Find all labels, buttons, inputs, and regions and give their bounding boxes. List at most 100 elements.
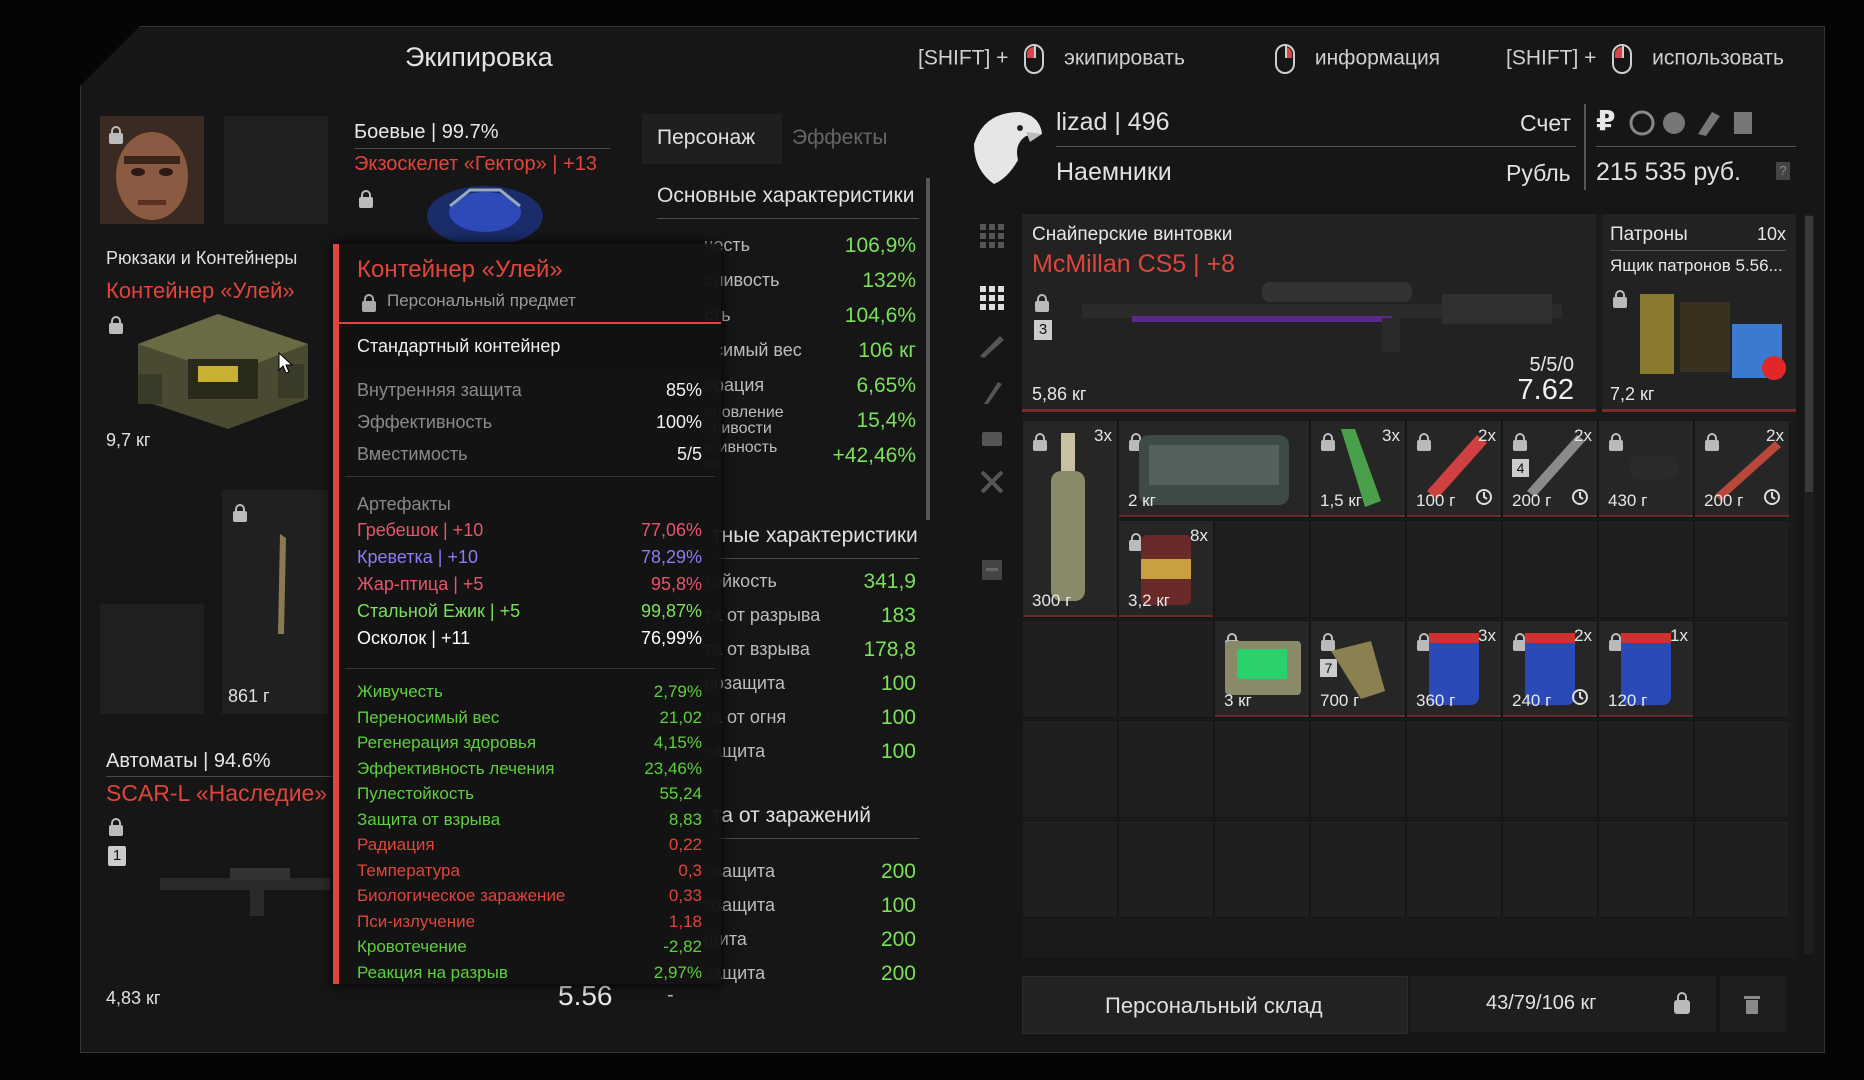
empty-cell[interactable] — [1406, 520, 1502, 618]
empty-cell[interactable] — [1118, 620, 1214, 718]
inventory-item[interactable]: 3x 1,5 кг — [1310, 420, 1406, 518]
melee-slot[interactable]: 861 г — [222, 490, 328, 714]
item-weight: 700 г — [1320, 691, 1360, 710]
armor-filter-icon[interactable] — [978, 424, 1006, 452]
exoskeleton-image[interactable] — [410, 176, 560, 246]
currency-label: Рубль — [1506, 160, 1571, 186]
trash-icon — [1744, 996, 1760, 1014]
empty-cell[interactable] — [1502, 720, 1598, 818]
artifact-name: Гребешок | +10 — [357, 520, 484, 540]
empty-cell[interactable] — [1022, 720, 1118, 818]
misc-filter-icon[interactable] — [978, 556, 1006, 584]
inventory-item[interactable]: 7 700 г — [1310, 620, 1406, 718]
player-faction: Наемники — [1056, 158, 1172, 186]
tooltip-effect-row: Кровотечение -2,82 — [357, 937, 702, 957]
stat-label: та от разрыва — [704, 605, 821, 625]
inventory-item[interactable]: 4 2x 200 г — [1502, 420, 1598, 518]
stat-value: 100 — [880, 740, 916, 763]
weapon-item[interactable]: Снайперские винтовки McMillan CS5 | +8 3… — [1022, 214, 1596, 412]
ammo-item[interactable]: Патроны 10x Ящик патронов 5.56... 7,2 кг — [1602, 214, 1796, 412]
inventory-item[interactable]: 3 кг — [1214, 620, 1310, 718]
inventory-item[interactable]: 430 г — [1598, 420, 1694, 518]
empty-cell[interactable] — [1214, 520, 1310, 618]
tab-effects[interactable]: Эффекты — [792, 126, 887, 150]
character-portrait[interactable] — [100, 116, 204, 224]
empty-slot[interactable] — [224, 116, 328, 224]
currency-icons[interactable] — [1628, 108, 1768, 138]
inventory-item[interactable]: 2x 100 г — [1406, 420, 1502, 518]
empty-cell[interactable] — [1310, 820, 1406, 918]
item-quantity: 3x — [1478, 626, 1496, 645]
durability-bar — [1215, 715, 1309, 717]
tooltip-prop-label: Эффективность — [357, 412, 493, 432]
stat-value: 100 — [880, 894, 916, 917]
tools-filter-icon[interactable] — [978, 468, 1006, 496]
empty-cell[interactable] — [1598, 820, 1694, 918]
badge-currency-icon — [1734, 112, 1752, 134]
inventory-item[interactable]: 3x 360 г — [1406, 620, 1502, 718]
durability-bar — [1695, 515, 1789, 517]
inventory-scrollbar-thumb[interactable] — [1805, 216, 1813, 492]
weapon-slot-number: 3 — [1034, 320, 1052, 340]
ruble-currency-icon[interactable]: ₽ — [1596, 104, 1615, 137]
empty-cell[interactable] — [1406, 720, 1502, 818]
storage-button[interactable]: Персональный склад — [1022, 976, 1408, 1034]
empty-cell[interactable] — [1694, 820, 1790, 918]
grid-all-icon[interactable] — [978, 284, 1006, 312]
empty-cell[interactable] — [1502, 820, 1598, 918]
weapon-filter-icon[interactable] — [978, 332, 1006, 360]
empty-cell[interactable] — [1214, 720, 1310, 818]
empty-cell[interactable] — [1406, 820, 1502, 918]
help-button[interactable]: ? — [1776, 162, 1790, 180]
empty-cell[interactable] — [1598, 520, 1694, 618]
stats-scrollbar[interactable] — [926, 178, 930, 520]
tab-character[interactable]: Персонаж — [642, 114, 782, 164]
armor-name[interactable]: Экзоскелет «Гектор» | +13 — [354, 153, 597, 176]
tooltip-artifact-row: Стальной Ежик | +5 99,87% — [357, 601, 702, 622]
empty-slot[interactable] — [100, 604, 204, 714]
empty-cell[interactable] — [1502, 520, 1598, 618]
durability-bar — [1599, 715, 1693, 717]
inventory-item[interactable]: 1x 120 г — [1598, 620, 1694, 718]
lock-icon — [358, 190, 374, 208]
empty-cell[interactable] — [1118, 820, 1214, 918]
inventory-scrollbar-track[interactable] — [1804, 214, 1814, 954]
container-slot-name[interactable]: Контейнер «Улей» — [106, 278, 295, 304]
empty-cell[interactable] — [1694, 720, 1790, 818]
tooltip-prop-label: Вместимость — [357, 444, 468, 464]
item-quantity: 2x — [1574, 426, 1592, 445]
artifact-value: 95,8% — [650, 574, 702, 594]
rifle-name[interactable]: SCAR-L «Наследие» — [106, 780, 327, 807]
empty-cell[interactable] — [1022, 820, 1118, 918]
artifact-name: Креветка | +10 — [357, 547, 479, 567]
knife-filter-icon[interactable] — [978, 378, 1006, 406]
stat-value: 341,9 — [863, 570, 916, 593]
empty-cell[interactable] — [1022, 620, 1118, 718]
stat-value: 200 — [880, 962, 916, 985]
empty-cell[interactable] — [1694, 520, 1790, 618]
empty-cell[interactable] — [1310, 720, 1406, 818]
inventory-item[interactable]: 2x 200 г — [1694, 420, 1790, 518]
inventory-item[interactable]: 2x 240 г — [1502, 620, 1598, 718]
inventory-item[interactable]: 8x 3,2 кг — [1118, 520, 1214, 618]
stat-value: 106 кг — [858, 339, 916, 362]
divider — [712, 558, 919, 559]
empty-cell[interactable] — [1214, 820, 1310, 918]
inventory-item[interactable]: 2 кг — [1118, 420, 1310, 518]
empty-cell[interactable] — [1694, 620, 1790, 718]
player-name: lizad | 496 — [1056, 108, 1170, 136]
effect-value: 1,18 — [668, 911, 702, 931]
trash-button[interactable] — [1720, 976, 1786, 1032]
hint-info-label: информация — [1314, 46, 1441, 70]
tooltip-effect-row: Реакция на разрыв 2,97% — [357, 963, 702, 983]
weight-icon — [1672, 992, 1690, 1014]
stat-value: 6,65% — [856, 374, 916, 397]
inventory-item[interactable]: 3x 300 г — [1022, 420, 1118, 618]
empty-cell[interactable] — [1310, 520, 1406, 618]
stat-value: 200 — [880, 860, 916, 883]
grid-small-icon[interactable] — [978, 222, 1006, 250]
empty-cell[interactable] — [1118, 720, 1214, 818]
rifle-image[interactable] — [140, 842, 334, 932]
empty-cell[interactable] — [1598, 720, 1694, 818]
item-weight: 200 г — [1704, 491, 1744, 510]
